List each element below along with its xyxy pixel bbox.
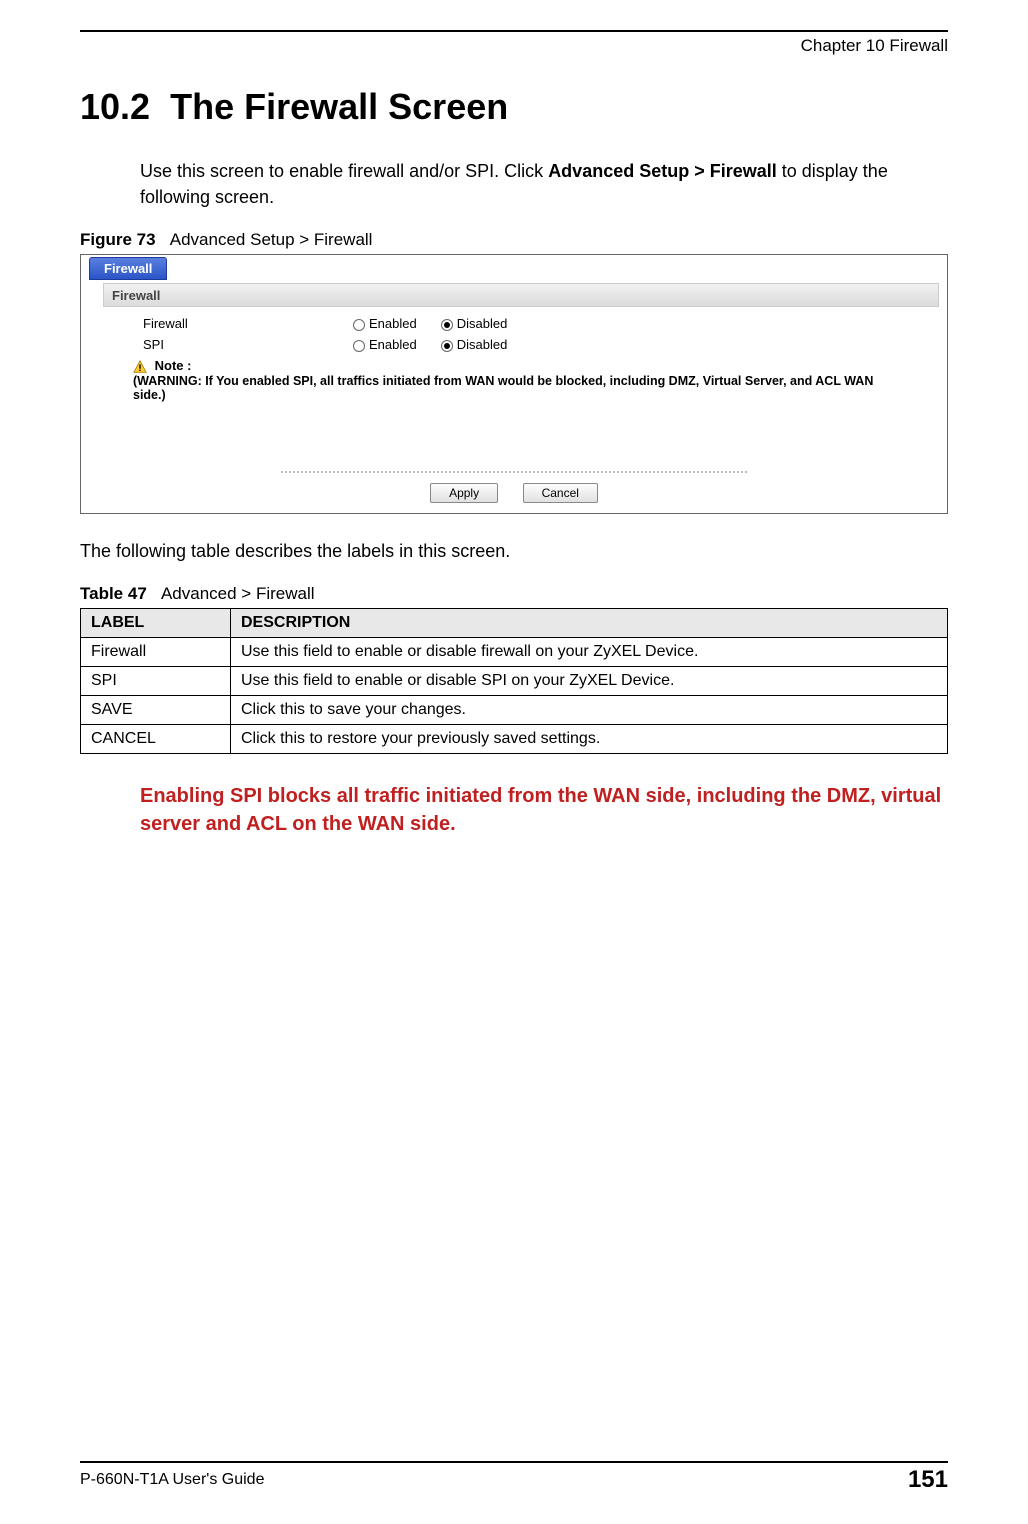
cancel-button[interactable]: Cancel (523, 483, 598, 503)
figure-screenshot: Firewall Firewall Firewall Enabled Disab… (80, 254, 948, 514)
th-description: DESCRIPTION (231, 609, 948, 638)
radio-icon[interactable] (353, 319, 365, 331)
page-number: 151 (908, 1466, 948, 1494)
chapter-header: Chapter 10 Firewall (80, 36, 948, 56)
table-row: SPI Use this field to enable or disable … (81, 667, 948, 696)
firewall-tab[interactable]: Firewall (89, 257, 167, 280)
radio-icon[interactable] (441, 340, 453, 352)
apply-button[interactable]: Apply (430, 483, 498, 503)
firewall-label: Firewall (143, 316, 353, 331)
firewall-disabled-option[interactable]: Disabled (441, 316, 508, 331)
th-label: LABEL (81, 609, 231, 638)
intro-paragraph: Use this screen to enable firewall and/o… (140, 158, 948, 210)
footer-guide: P-660N-T1A User's Guide (80, 1471, 264, 1489)
figure-caption: Figure 73 Advanced Setup > Firewall (80, 230, 948, 250)
table-intro: The following table describes the labels… (80, 538, 948, 564)
table-row: CANCEL Click this to restore your previo… (81, 725, 948, 754)
radio-icon[interactable] (353, 340, 365, 352)
section-number: 10.2 (80, 86, 150, 127)
table-row: Firewall Use this field to enable or dis… (81, 638, 948, 667)
panel-title: Firewall (104, 284, 938, 307)
warning-text: (WARNING: If You enabled SPI, all traffi… (103, 374, 939, 402)
table-row: SAVE Click this to save your changes. (81, 696, 948, 725)
note-label: Note : (155, 358, 192, 373)
warning-triangle-icon (133, 360, 147, 374)
radio-icon[interactable] (441, 319, 453, 331)
panel-header: Firewall (103, 283, 939, 307)
firewall-row: Firewall Enabled Disabled (103, 313, 939, 334)
spi-label: SPI (143, 337, 353, 352)
breadcrumb-path: Advanced Setup > Firewall (548, 161, 777, 181)
description-table: LABEL DESCRIPTION Firewall Use this fiel… (80, 608, 948, 754)
section-heading: 10.2 The Firewall Screen (80, 86, 948, 128)
spi-disabled-option[interactable]: Disabled (441, 337, 508, 352)
spi-enabled-option[interactable]: Enabled (353, 337, 417, 352)
warning-callout: Enabling SPI blocks all traffic initiate… (140, 782, 948, 838)
table-caption: Table 47 Advanced > Firewall (80, 584, 948, 604)
section-title-text: The Firewall Screen (170, 86, 508, 127)
spi-row: SPI Enabled Disabled (103, 334, 939, 355)
firewall-enabled-option[interactable]: Enabled (353, 316, 417, 331)
